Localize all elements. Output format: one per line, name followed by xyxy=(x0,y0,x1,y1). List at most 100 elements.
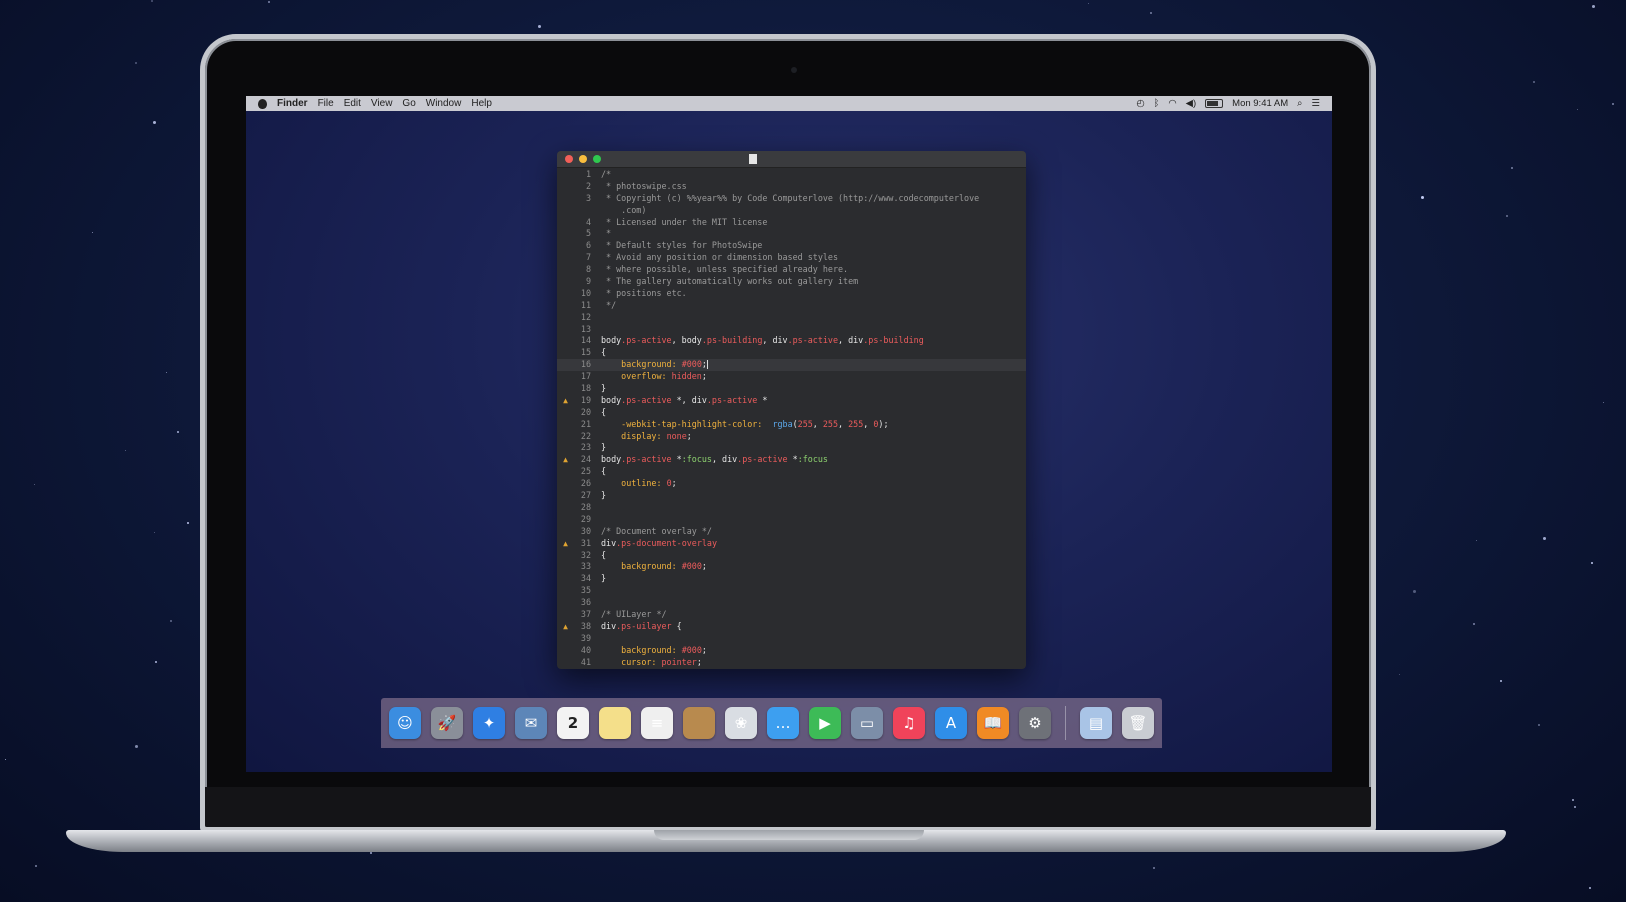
code-line[interactable]: 36 xyxy=(557,597,1026,609)
code-line[interactable]: 12 xyxy=(557,312,1026,324)
code-line[interactable]: 22 display: none; xyxy=(557,431,1026,443)
code-token: #000 xyxy=(681,561,702,572)
code-editor-window[interactable]: 1/* 2 * photoswipe.css 3 * Copyright (c) %… xyxy=(557,151,1026,669)
reminders-icon[interactable]: ≡ xyxy=(641,707,673,739)
code-line[interactable]: 30 /* Document overlay */ xyxy=(557,526,1026,538)
code-token: hidden xyxy=(671,371,702,382)
bluetooth-icon[interactable]: ᛒ xyxy=(1154,98,1160,109)
code-line[interactable]: 21 -webkit-tap-highlight-color: rgba(255… xyxy=(557,419,1026,431)
code-token: , div xyxy=(838,335,864,346)
code-line[interactable]: 10 * positions etc. xyxy=(557,288,1026,300)
dock: ☺ 🚀 ✦ ✉ 2 ≡ ❀ … ▶ ▭ ♫ A 📖 ⚙ ▤ 🗑 xyxy=(381,698,1162,748)
ibooks-icon-glyph: 📖 xyxy=(983,714,1003,732)
menu-help[interactable]: Help xyxy=(471,98,492,109)
mail-icon[interactable]: ✉ xyxy=(515,707,547,739)
menu-edit[interactable]: Edit xyxy=(344,98,361,109)
photos-icon[interactable]: ❀ xyxy=(725,707,757,739)
volume-icon[interactable]: ◀) xyxy=(1186,98,1196,109)
line-text: } xyxy=(601,442,606,454)
launchpad-icon[interactable]: 🚀 xyxy=(431,707,463,739)
code-line[interactable]: 11 */ xyxy=(557,300,1026,312)
code-line[interactable]: 16 background: #000; xyxy=(557,359,1026,372)
code-line[interactable]: 39 xyxy=(557,633,1026,645)
code-line[interactable]: 6 * Default styles for PhotoSwipe xyxy=(557,240,1026,252)
apple-menu-icon[interactable] xyxy=(258,98,267,109)
star xyxy=(1543,537,1546,540)
itunes-icon[interactable]: ♫ xyxy=(893,707,925,739)
star xyxy=(1572,799,1574,801)
code-line[interactable]: .com) xyxy=(557,205,1026,217)
code-line[interactable]: 2 * photoswipe.css xyxy=(557,181,1026,193)
code-line[interactable]: 3 * Copyright (c) %%year%% by Code Compu… xyxy=(557,193,1026,205)
code-line[interactable]: ▲ 19 body.ps-active *, div.ps-active * xyxy=(557,395,1026,407)
code-line[interactable]: 29 xyxy=(557,514,1026,526)
spotlight-search-icon[interactable]: ⌕ xyxy=(1297,98,1302,109)
menu-go[interactable]: Go xyxy=(402,98,415,109)
code-line[interactable]: 18} xyxy=(557,383,1026,395)
time-machine-icon[interactable]: ◴ xyxy=(1136,98,1144,109)
code-line[interactable]: 4 * Licensed under the MIT license xyxy=(557,217,1026,229)
code-line[interactable]: 25 { xyxy=(557,466,1026,478)
system-preferences-icon[interactable]: ⚙ xyxy=(1019,707,1051,739)
close-button[interactable] xyxy=(565,155,573,163)
code-line[interactable]: 17 overflow: hidden; xyxy=(557,371,1026,383)
messages-icon[interactable]: … xyxy=(767,707,799,739)
code-line[interactable]: 35 xyxy=(557,585,1026,597)
wifi-icon[interactable]: ◠ xyxy=(1168,98,1176,109)
trash-icon[interactable]: 🗑 xyxy=(1122,707,1154,739)
menu-app-name[interactable]: Finder xyxy=(277,98,308,109)
code-line[interactable]: 1 /* xyxy=(557,169,1026,181)
code-line[interactable]: ▲ 31 div.ps-document-overlay xyxy=(557,538,1026,550)
line-number: 20 xyxy=(580,406,591,417)
code-line[interactable]: 40 background: #000; xyxy=(557,645,1026,657)
contacts-icon[interactable] xyxy=(683,707,715,739)
code-token: * The gallery automatically works out ga… xyxy=(601,276,859,287)
code-token: ; xyxy=(671,478,677,489)
zoom-button[interactable] xyxy=(593,155,601,163)
notes-icon[interactable] xyxy=(599,707,631,739)
documents-folder-icon[interactable]: ▤ xyxy=(1080,707,1112,739)
code-line[interactable]: ▲ 24 body.ps-active *:focus, div.ps-active… xyxy=(557,454,1026,466)
code-area[interactable]: 1/* 2 * photoswipe.css 3 * Copyright (c) %… xyxy=(557,169,1026,669)
code-line[interactable]: 32 { xyxy=(557,550,1026,562)
code-line[interactable]: 13 xyxy=(557,324,1026,336)
code-line[interactable]: ▲ 38 div.ps-uilayer { xyxy=(557,621,1026,633)
code-line[interactable]: 26 outline: 0; xyxy=(557,478,1026,490)
menu-clock[interactable]: Mon 9:41 AM xyxy=(1232,98,1288,109)
editor-titlebar[interactable] xyxy=(557,151,1026,168)
code-line[interactable]: 15 { xyxy=(557,347,1026,359)
code-line[interactable]: 5 * xyxy=(557,228,1026,240)
code-line[interactable]: 37 /* UILayer */ xyxy=(557,609,1026,621)
code-line[interactable]: 20 { xyxy=(557,407,1026,419)
menu-file[interactable]: File xyxy=(318,98,334,109)
code-line[interactable]: 33 background: #000; xyxy=(557,561,1026,573)
ibooks-icon[interactable]: 📖 xyxy=(977,707,1009,739)
minimize-button[interactable] xyxy=(579,155,587,163)
safari-icon[interactable]: ✦ xyxy=(473,707,505,739)
line-number: 18 xyxy=(580,383,591,394)
app-store-icon[interactable]: A xyxy=(935,707,967,739)
calendar-icon[interactable]: 2 xyxy=(557,707,589,739)
code-line[interactable]: 9 * The gallery automatically works out … xyxy=(557,276,1026,288)
code-line[interactable]: 23} xyxy=(557,442,1026,454)
finder-icon[interactable]: ☺ xyxy=(389,707,421,739)
reminders-icon-glyph: ≡ xyxy=(650,714,664,732)
menu-view[interactable]: View xyxy=(371,98,393,109)
code-token: */ xyxy=(601,299,617,310)
code-line[interactable]: 14 body.ps-active, body.ps-building, div.… xyxy=(557,335,1026,347)
code-line[interactable]: 41 cursor: pointer; xyxy=(557,657,1026,669)
menu-window[interactable]: Window xyxy=(426,98,462,109)
code-line[interactable]: 28 xyxy=(557,502,1026,514)
code-line[interactable]: 8 * where possible, unless specified alr… xyxy=(557,264,1026,276)
star xyxy=(155,661,157,663)
code-line[interactable]: 34} xyxy=(557,573,1026,585)
code-line[interactable]: 7 * Avoid any position or dimension base… xyxy=(557,252,1026,264)
battery-icon[interactable] xyxy=(1205,99,1224,108)
facetime-icon[interactable]: ▶ xyxy=(809,707,841,739)
notification-center-icon[interactable]: ☰ xyxy=(1311,98,1320,109)
code-token: * xyxy=(671,454,682,465)
line-number: 34 xyxy=(580,573,591,584)
code-line[interactable]: 27} xyxy=(557,490,1026,502)
line-text: * Copyright (c) %%year%% by Code Compute… xyxy=(601,193,979,205)
image-capture-icon[interactable]: ▭ xyxy=(851,707,883,739)
